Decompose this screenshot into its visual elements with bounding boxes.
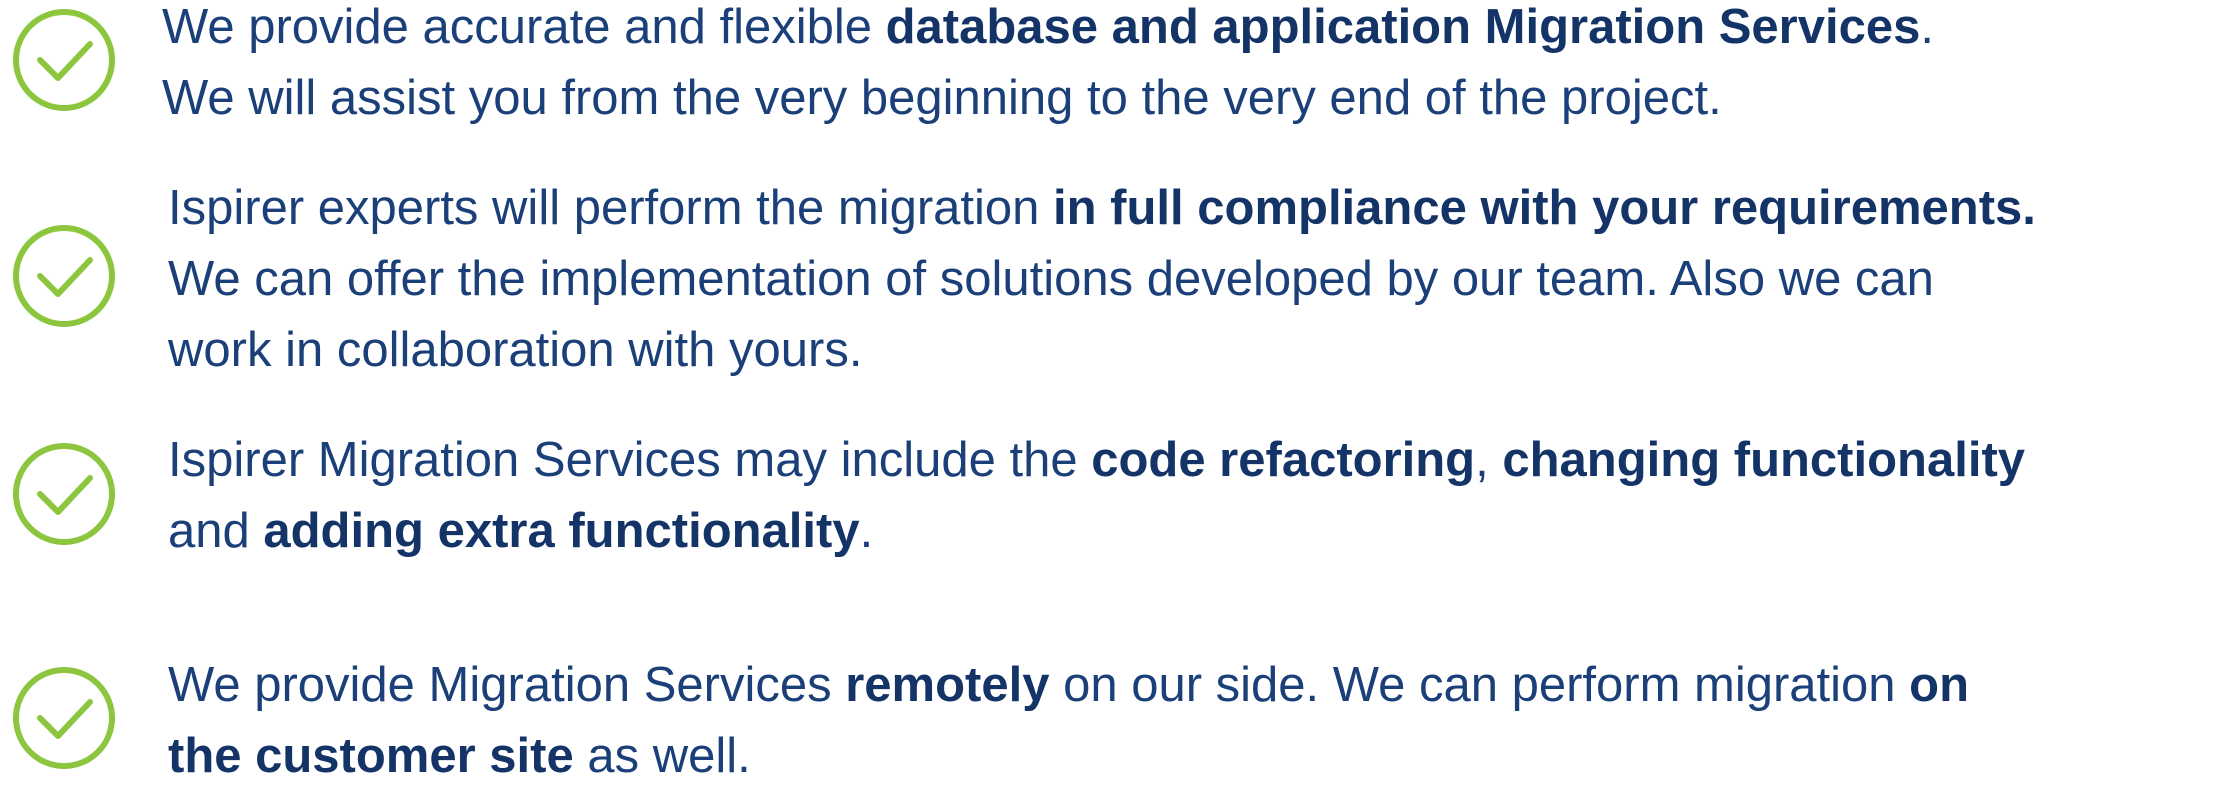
bold-text-run: adding extra functionality bbox=[263, 504, 860, 558]
benefit-item-1: We provide accurate and flexible databas… bbox=[162, 0, 2207, 134]
text-run: Ispirer Migration Services may include t… bbox=[168, 433, 1092, 487]
text-run: We will assist you from the very beginni… bbox=[162, 71, 1722, 125]
text-run: We provide accurate and flexible bbox=[162, 0, 886, 54]
bold-text-run: database and application Migration Servi… bbox=[885, 0, 1921, 54]
bold-text-run: the customer site bbox=[168, 729, 574, 783]
check-circle-icon bbox=[12, 224, 116, 328]
text-run: on our side. We can perform migration bbox=[1049, 658, 1910, 712]
text-run: We provide Migration Services bbox=[168, 658, 846, 712]
text-run: We can offer the implementation of solut… bbox=[168, 252, 1934, 306]
check-circle-icon bbox=[12, 8, 116, 112]
text-run: . bbox=[859, 504, 874, 558]
benefit-line: We will assist you from the very beginni… bbox=[162, 63, 2207, 134]
benefit-item-3: Ispirer Migration Services may include t… bbox=[168, 425, 2207, 567]
text-run: as well. bbox=[573, 729, 751, 783]
text-run: work in collaboration with yours. bbox=[168, 323, 863, 377]
benefit-line: We provide Migration Services remotely o… bbox=[168, 650, 2207, 721]
bold-text-run: changing functionality bbox=[1502, 433, 2026, 487]
bold-text-run: code refactoring bbox=[1091, 433, 1476, 487]
benefit-line: work in collaboration with yours. bbox=[168, 315, 2207, 386]
benefit-line: the customer site as well. bbox=[168, 721, 2207, 792]
text-run: , bbox=[1475, 433, 1503, 487]
check-circle-icon bbox=[12, 442, 116, 546]
benefit-line: and adding extra functionality. bbox=[168, 496, 2207, 567]
bold-text-run: in full compliance with your requirement… bbox=[1053, 181, 2036, 235]
text-run: and bbox=[168, 504, 264, 558]
services-benefits-slide: { "colors": { "text": "#1b3f78", "bold_t… bbox=[0, 0, 2221, 783]
check-circle-icon bbox=[12, 666, 116, 770]
text-run: Ispirer experts will perform the migrati… bbox=[168, 181, 1054, 235]
benefit-line: We can offer the implementation of solut… bbox=[168, 244, 2207, 315]
bold-text-run: on bbox=[1909, 658, 1970, 712]
benefit-line: We provide accurate and flexible databas… bbox=[162, 0, 2207, 63]
text-run: . bbox=[1920, 0, 1934, 54]
benefit-line: Ispirer experts will perform the migrati… bbox=[168, 173, 2207, 244]
benefit-item-2: Ispirer experts will perform the migrati… bbox=[168, 173, 2207, 386]
benefit-line: Ispirer Migration Services may include t… bbox=[168, 425, 2207, 496]
bold-text-run: remotely bbox=[845, 658, 1050, 712]
benefit-item-4: We provide Migration Services remotely o… bbox=[168, 650, 2207, 792]
